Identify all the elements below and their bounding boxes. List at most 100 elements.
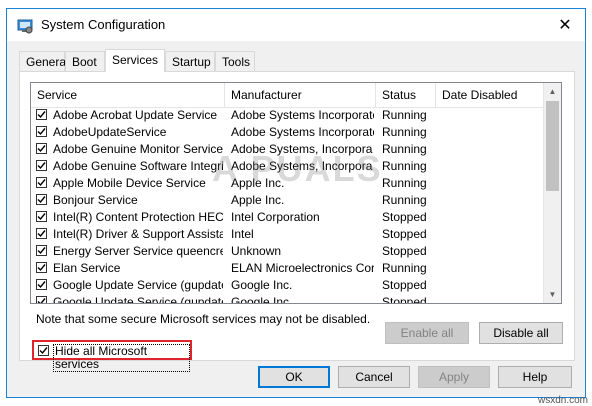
date-disabled-cell: [442, 192, 542, 209]
status-cell: Running: [382, 159, 427, 173]
date-disabled-cell: [442, 141, 542, 158]
table-row[interactable]: Elan Service ELAN Microelectronics Corp. R…: [31, 260, 543, 277]
table-row[interactable]: Bonjour Service Apple Inc. Running: [31, 192, 543, 209]
service-checkbox[interactable]: [36, 262, 47, 273]
date-disabled-cell: [442, 124, 542, 141]
checkmark-icon: [37, 162, 46, 170]
service-name-cell: Intel(R) Content Protection HEC...: [53, 210, 223, 224]
manufacturer-cell: Intel: [231, 227, 254, 241]
checkmark-icon: [37, 281, 46, 289]
list-rows: Adobe Acrobat Update Service Adobe System…: [31, 107, 543, 303]
table-row[interactable]: Apple Mobile Device Service Apple Inc. Run…: [31, 175, 543, 192]
table-row[interactable]: Energy Server Service queencreek Unknown S…: [31, 243, 543, 260]
disable-all-button[interactable]: Disable all: [479, 322, 563, 344]
hide-microsoft-services-checkbox[interactable]: [38, 345, 49, 356]
column-header-status[interactable]: Status: [376, 83, 436, 107]
status-cell: Stopped: [382, 295, 427, 304]
manufacturer-cell: Adobe Systems Incorporated: [231, 125, 374, 139]
column-header-manufacturer[interactable]: Manufacturer: [225, 83, 376, 107]
table-row[interactable]: Google Update Service (gupdate) Google In…: [31, 277, 543, 294]
tab-services[interactable]: Services: [105, 49, 165, 72]
table-row[interactable]: Google Update Service (gupdatem) Google I…: [31, 294, 543, 304]
cancel-button[interactable]: Cancel: [338, 366, 410, 388]
date-disabled-cell: [442, 226, 542, 243]
status-cell: Running: [382, 108, 427, 122]
scroll-up-arrow-icon[interactable]: ▲: [544, 83, 561, 100]
manufacturer-cell: Unknown: [231, 244, 282, 258]
service-name-cell: AdobeUpdateService: [53, 125, 167, 139]
table-row[interactable]: Intel(R) Content Protection HEC... Intel …: [31, 209, 543, 226]
window-title: System Configuration: [41, 17, 166, 32]
system-configuration-icon: [17, 19, 33, 34]
date-disabled-cell: [442, 158, 542, 175]
date-disabled-cell: [442, 294, 542, 303]
status-cell: Stopped: [382, 278, 427, 292]
enable-all-button[interactable]: Enable all: [385, 322, 469, 344]
checkmark-icon: [37, 179, 46, 187]
table-row[interactable]: Adobe Genuine Software Integri... Adobe S…: [31, 158, 543, 175]
manufacturer-cell: Adobe Systems, Incorpora: [231, 142, 373, 156]
tab-tools[interactable]: Tools: [215, 51, 255, 71]
close-button[interactable]: ✕: [555, 15, 575, 35]
service-checkbox[interactable]: [36, 194, 47, 205]
date-disabled-cell: [442, 209, 542, 226]
status-cell: Stopped: [382, 244, 427, 258]
manufacturer-cell: Google Inc.: [231, 278, 293, 292]
manufacturer-cell: Apple Inc.: [231, 193, 285, 207]
service-checkbox[interactable]: [36, 160, 47, 171]
service-name-cell: Elan Service: [53, 261, 121, 275]
column-header-service[interactable]: Service: [31, 83, 225, 107]
checkmark-icon: [37, 111, 46, 119]
status-cell: Running: [382, 176, 427, 190]
service-checkbox[interactable]: [36, 296, 47, 303]
service-checkbox[interactable]: [36, 211, 47, 222]
hide-microsoft-services-highlight[interactable]: Hide all Microsoft services: [32, 340, 192, 372]
tab-boot[interactable]: Boot: [65, 51, 105, 71]
vertical-scrollbar[interactable]: ▲ ▼: [543, 83, 561, 303]
service-checkbox[interactable]: [36, 109, 47, 120]
scroll-down-arrow-icon[interactable]: ▼: [544, 286, 561, 303]
table-row[interactable]: Adobe Genuine Monitor Service Adobe Syste…: [31, 141, 543, 158]
table-row[interactable]: Adobe Acrobat Update Service Adobe System…: [31, 107, 543, 124]
scroll-thumb[interactable]: [546, 101, 559, 191]
manufacturer-cell: Google Inc.: [231, 295, 293, 304]
table-row[interactable]: Intel(R) Driver & Support Assistant Intel…: [31, 226, 543, 243]
service-checkbox[interactable]: [36, 126, 47, 137]
status-cell: Running: [382, 193, 427, 207]
checkmark-icon: [37, 128, 46, 136]
column-header-date-disabled[interactable]: Date Disabled: [436, 83, 545, 107]
ok-button[interactable]: OK: [258, 366, 330, 388]
service-name-cell: Adobe Genuine Monitor Service: [53, 142, 223, 156]
service-checkbox[interactable]: [36, 245, 47, 256]
service-checkbox[interactable]: [36, 279, 47, 290]
services-list[interactable]: Service Manufacturer Status Date Disable…: [30, 82, 562, 304]
service-name-cell: Intel(R) Driver & Support Assistant: [53, 227, 223, 241]
checkmark-icon: [37, 247, 46, 255]
hide-microsoft-services-label[interactable]: Hide all Microsoft services: [53, 344, 190, 372]
tab-startup[interactable]: Startup: [165, 51, 215, 71]
list-header: Service Manufacturer Status Date Disable…: [31, 83, 543, 108]
title-bar[interactable]: System Configuration ✕: [7, 9, 585, 41]
tab-general[interactable]: General: [19, 51, 69, 71]
service-name-cell: Google Update Service (gupdate): [53, 278, 223, 292]
manufacturer-cell: Adobe Systems, Incorpora: [231, 159, 373, 173]
site-watermark: wsxdn.com: [537, 395, 588, 406]
service-name-cell: Google Update Service (gupdatem): [53, 295, 223, 304]
service-checkbox[interactable]: [36, 177, 47, 188]
checkmark-icon: [37, 298, 46, 303]
apply-button[interactable]: Apply: [418, 366, 490, 388]
manufacturer-cell: Adobe Systems Incorporated: [231, 108, 374, 122]
manufacturer-cell: ELAN Microelectronics Corp.: [231, 261, 374, 275]
checkmark-icon: [37, 264, 46, 272]
help-button[interactable]: Help: [498, 366, 572, 388]
service-checkbox[interactable]: [36, 143, 47, 154]
service-name-cell: Apple Mobile Device Service: [53, 176, 206, 190]
service-name-cell: Energy Server Service queencreek: [53, 244, 223, 258]
date-disabled-cell: [442, 175, 542, 192]
table-row[interactable]: AdobeUpdateService Adobe Systems Incorpor…: [31, 124, 543, 141]
checkmark-icon: [37, 213, 46, 221]
manufacturer-cell: Intel Corporation: [231, 210, 320, 224]
checkmark-icon: [39, 347, 48, 355]
service-name-cell: Bonjour Service: [53, 193, 138, 207]
service-checkbox[interactable]: [36, 228, 47, 239]
